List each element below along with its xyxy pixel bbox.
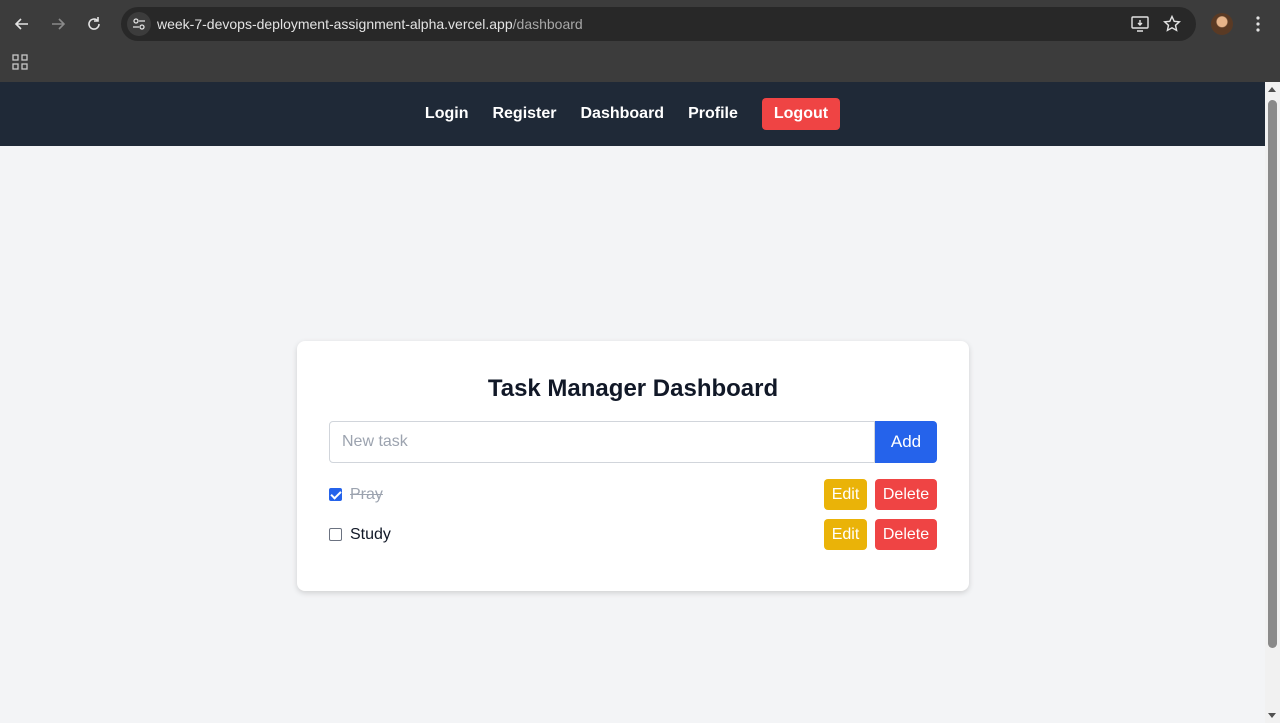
- task-label: Pray: [350, 486, 383, 503]
- install-app-icon[interactable]: [1129, 13, 1151, 35]
- logout-button[interactable]: Logout: [761, 98, 841, 130]
- forward-icon[interactable]: [46, 12, 70, 36]
- task-row: Study Edit Delete: [329, 519, 937, 551]
- nav-login-link[interactable]: Login: [425, 105, 469, 123]
- reload-icon[interactable]: [82, 12, 106, 36]
- nav-register-link[interactable]: Register: [492, 105, 556, 123]
- browser-chrome: week-7-devops-deployment-assignment-alph…: [0, 0, 1280, 82]
- menu-icon[interactable]: [1249, 12, 1267, 36]
- page-scrollbar[interactable]: [1265, 82, 1280, 723]
- dashboard-card: Task Manager Dashboard Add Pray Edit Del…: [297, 341, 969, 591]
- task-checkbox[interactable]: [329, 488, 342, 501]
- task-checkbox[interactable]: [329, 528, 342, 541]
- scroll-down-icon[interactable]: [1268, 713, 1276, 718]
- url-host: week-7-devops-deployment-assignment-alph…: [157, 16, 513, 32]
- scrollbar-thumb[interactable]: [1268, 100, 1277, 648]
- page-title: Task Manager Dashboard: [487, 375, 779, 402]
- apps-icon[interactable]: [10, 52, 30, 72]
- edit-task-button[interactable]: Edit: [824, 479, 867, 510]
- new-task-input[interactable]: [329, 421, 875, 463]
- delete-task-button[interactable]: Delete: [875, 479, 937, 510]
- url-text: week-7-devops-deployment-assignment-alph…: [157, 16, 583, 32]
- site-info-icon[interactable]: [127, 12, 151, 36]
- url-path: /dashboard: [512, 16, 583, 32]
- bookmark-star-icon[interactable]: [1161, 13, 1183, 35]
- delete-task-button[interactable]: Delete: [875, 519, 937, 550]
- address-bar[interactable]: week-7-devops-deployment-assignment-alph…: [121, 7, 1196, 41]
- scroll-up-icon[interactable]: [1268, 87, 1276, 92]
- site-navbar: Login Register Dashboard Profile Logout: [0, 82, 1265, 146]
- nav-dashboard-link[interactable]: Dashboard: [581, 105, 665, 123]
- back-icon[interactable]: [10, 12, 34, 36]
- task-row: Pray Edit Delete: [329, 479, 937, 511]
- task-label: Study: [350, 526, 391, 543]
- nav-profile-link[interactable]: Profile: [688, 105, 738, 123]
- edit-task-button[interactable]: Edit: [824, 519, 867, 550]
- page-viewport: Login Register Dashboard Profile Logout …: [0, 82, 1265, 723]
- profile-avatar[interactable]: [1211, 13, 1233, 35]
- browser-toolbar: week-7-devops-deployment-assignment-alph…: [0, 0, 1280, 48]
- add-task-button[interactable]: Add: [875, 421, 937, 463]
